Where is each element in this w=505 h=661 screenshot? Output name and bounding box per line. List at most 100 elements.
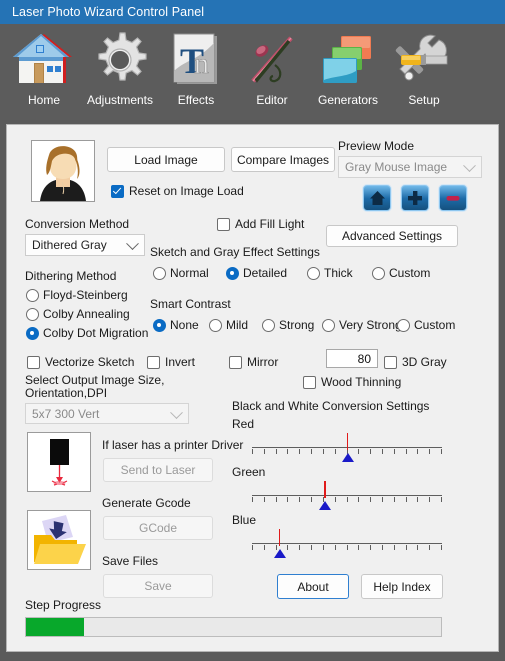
slider-tick [358,449,360,454]
wrench-screwdriver-icon [395,28,453,92]
radio-label: None [170,318,199,332]
slider-tick [417,545,419,550]
checkbox-box [229,355,242,369]
main-toolbar: Home Adjustments T n Effects Editor Gene… [0,24,505,120]
save-folder-icon [28,511,90,569]
smart-contrast-label: Smart Contrast [150,297,231,311]
slider-thumb[interactable] [318,498,332,510]
slider-tick [405,545,407,550]
sketch-option-custom[interactable]: Custom [372,266,430,280]
toolbar-item-editor[interactable]: Editor [234,28,310,118]
radio-label: Strong [279,318,315,332]
about-button[interactable]: About [277,574,349,599]
advanced-settings-button[interactable]: Advanced Settings [326,225,458,247]
checkbox-label: 3D Gray [402,355,447,369]
slider-thumb[interactable] [273,546,287,558]
slider-tick [370,497,372,502]
sketch-option-normal[interactable]: Normal [153,266,209,280]
smart-contrast-very-strong[interactable]: Very Strong [322,318,402,332]
dithering-option-floyd-steinberg[interactable]: Floyd-Steinberg [26,288,128,302]
radio-label: Colby Annealing [43,307,130,321]
toolbar-item-effects[interactable]: T n Effects [158,28,234,118]
toolbar-item-home[interactable]: Home [6,28,82,118]
checkbox-label: Invert [165,355,196,369]
bw-conversion-label: Black and White Conversion Settings [232,399,430,413]
send-to-laser-button[interactable]: Send to Laser [103,458,213,482]
radio-label: Mild [226,318,249,332]
chevron-down-icon [170,405,183,419]
control-panel-body: Load Image Compare Images Reset on Image… [6,124,499,652]
slider-tick [417,497,419,502]
toolbar-label: Setup [408,93,440,107]
slider-tick [358,545,360,550]
dithering-option-colby-dot-migration[interactable]: Colby Dot Migration [26,326,148,340]
radio-dot [226,266,239,280]
slider-tick [334,545,336,550]
load-image-button[interactable]: Load Image [107,147,225,172]
slider-thumb[interactable] [341,450,355,462]
slider-tick [263,449,265,454]
toolbar-item-adjustments[interactable]: Adjustments [82,28,158,118]
wood-thinning-checkbox[interactable]: Wood Thinning [303,375,401,389]
dithering-option-colby-annealing[interactable]: Colby Annealing [26,307,130,321]
slider-tick [311,449,313,454]
smart-contrast-mild[interactable]: Mild [209,318,248,332]
smart-contrast-strong[interactable]: Strong [262,318,314,332]
checkbox-box [111,184,124,198]
sketch-option-detailed[interactable]: Detailed [226,266,287,280]
toolbar-item-setup[interactable]: Setup [386,28,462,118]
mirror-checkbox[interactable]: Mirror [229,355,278,369]
toolbar-item-generators[interactable]: Generators [310,28,386,118]
plus-icon [408,191,422,205]
sketch-option-thick[interactable]: Thick [307,266,353,280]
chevron-down-icon [126,237,139,251]
preview-mode-select[interactable]: Gray Mouse Image [338,156,482,178]
house-icon [13,28,75,92]
radio-dot [209,318,222,332]
add-fill-light-checkbox[interactable]: Add Fill Light [217,217,304,231]
slider-needle [324,481,326,498]
save-icon-frame [27,510,91,570]
compare-images-button[interactable]: Compare Images [231,147,335,172]
smart-contrast-custom[interactable]: Custom [397,318,455,332]
conversion-method-select[interactable]: Dithered Gray [25,234,145,256]
step-progress-label: Step Progress [25,598,102,612]
zoom-in-button[interactable] [401,185,429,211]
checkbox-box [27,355,40,369]
output-size-select[interactable]: 5x7 300 Vert [25,403,189,424]
slider-tick [441,497,442,502]
radio-dot [262,318,275,332]
invert-checkbox[interactable]: Invert [147,355,195,369]
step-progress-bar [25,617,442,637]
checkbox-box [147,355,160,369]
slider-tick [322,449,324,454]
slider-tick [263,545,265,550]
radio-label: Thick [324,266,353,280]
zoom-out-button[interactable] [439,185,467,211]
slider-tick [346,497,348,502]
gcode-button[interactable]: GCode [103,516,213,540]
slider-blue[interactable] [252,529,442,558]
slider-tick [287,497,289,502]
help-index-button[interactable]: Help Index [361,574,443,599]
progress-fill [26,618,85,636]
vectorize-sketch-checkbox[interactable]: Vectorize Sketch [27,355,134,369]
slider-green[interactable] [252,481,442,510]
checkbox-label: Wood Thinning [321,375,402,389]
radio-dot [322,318,335,332]
smart-contrast-none[interactable]: None [153,318,199,332]
radio-label: Colby Dot Migration [43,326,149,340]
slider-tick [299,545,301,550]
toolbar-label: Generators [317,93,379,107]
slider-tick [275,449,277,454]
slider-tick [299,449,301,454]
threshold-input[interactable]: 80 [326,349,378,368]
3d-gray-checkbox[interactable]: 3D Gray [384,355,447,369]
chevron-down-icon [463,159,476,173]
reset-on-image-load-checkbox[interactable]: Reset on Image Load [111,184,244,198]
save-button[interactable]: Save [103,574,213,598]
home-button[interactable] [363,185,391,211]
slider-red[interactable] [252,433,442,462]
slider-tick [252,449,253,454]
image-preview-thumbnail[interactable] [31,140,95,202]
